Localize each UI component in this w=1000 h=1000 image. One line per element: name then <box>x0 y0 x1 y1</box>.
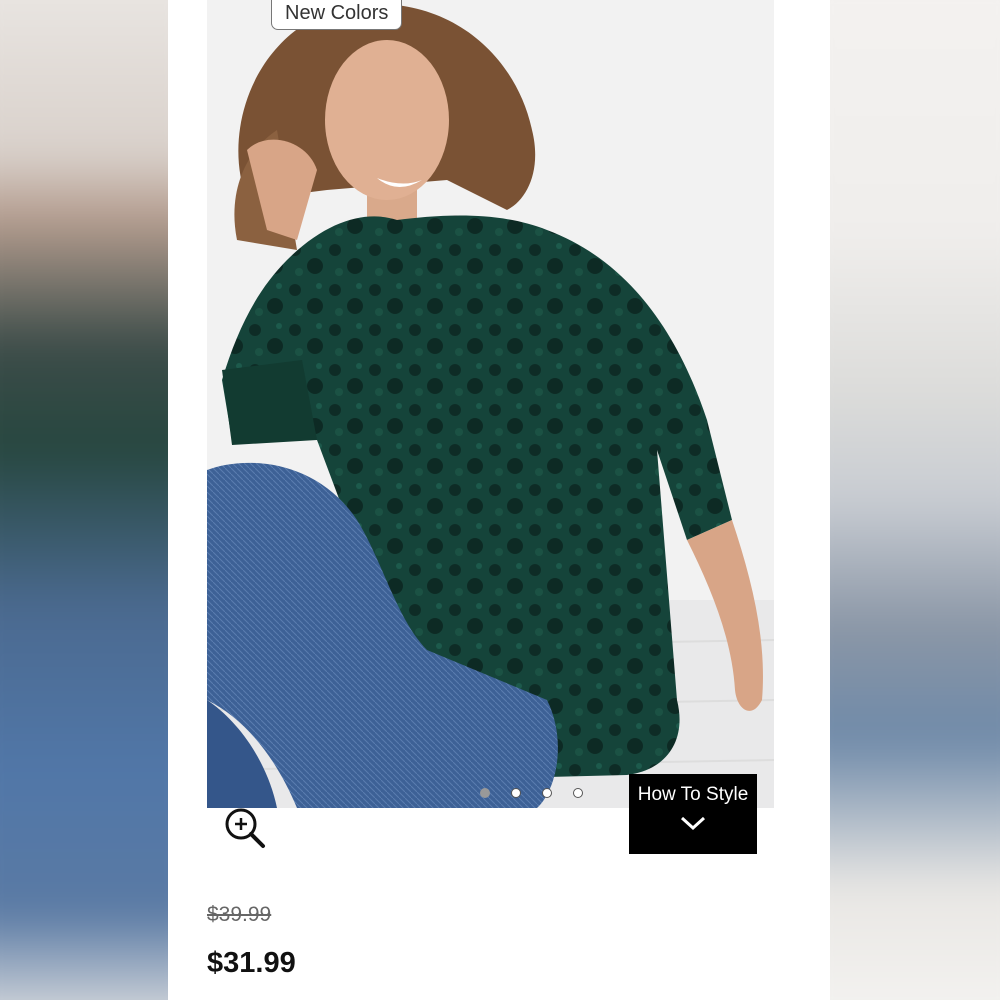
zoom-in-icon <box>225 808 265 848</box>
carousel-dots <box>480 788 583 798</box>
new-colors-badge: New Colors <box>271 0 403 30</box>
carousel-dot-3[interactable] <box>542 788 552 798</box>
carousel-dot-1[interactable] <box>480 788 490 798</box>
original-price: $39.99 <box>207 903 272 926</box>
zoom-button[interactable] <box>218 800 272 854</box>
product-card: New Colors How To Style $39.99 $31.99 <box>168 0 830 1000</box>
product-image[interactable]: New Colors <box>207 0 774 808</box>
blurred-backdrop-right <box>830 0 1000 1000</box>
carousel-dot-4[interactable] <box>573 788 583 798</box>
how-to-style-button[interactable]: How To Style <box>629 774 757 854</box>
chevron-down-icon <box>680 816 706 831</box>
how-to-style-label: How To Style <box>637 784 749 805</box>
product-photo <box>207 0 774 808</box>
carousel-dot-2[interactable] <box>511 788 521 798</box>
sale-price: $31.99 <box>207 947 296 979</box>
blurred-backdrop-left <box>0 0 168 1000</box>
